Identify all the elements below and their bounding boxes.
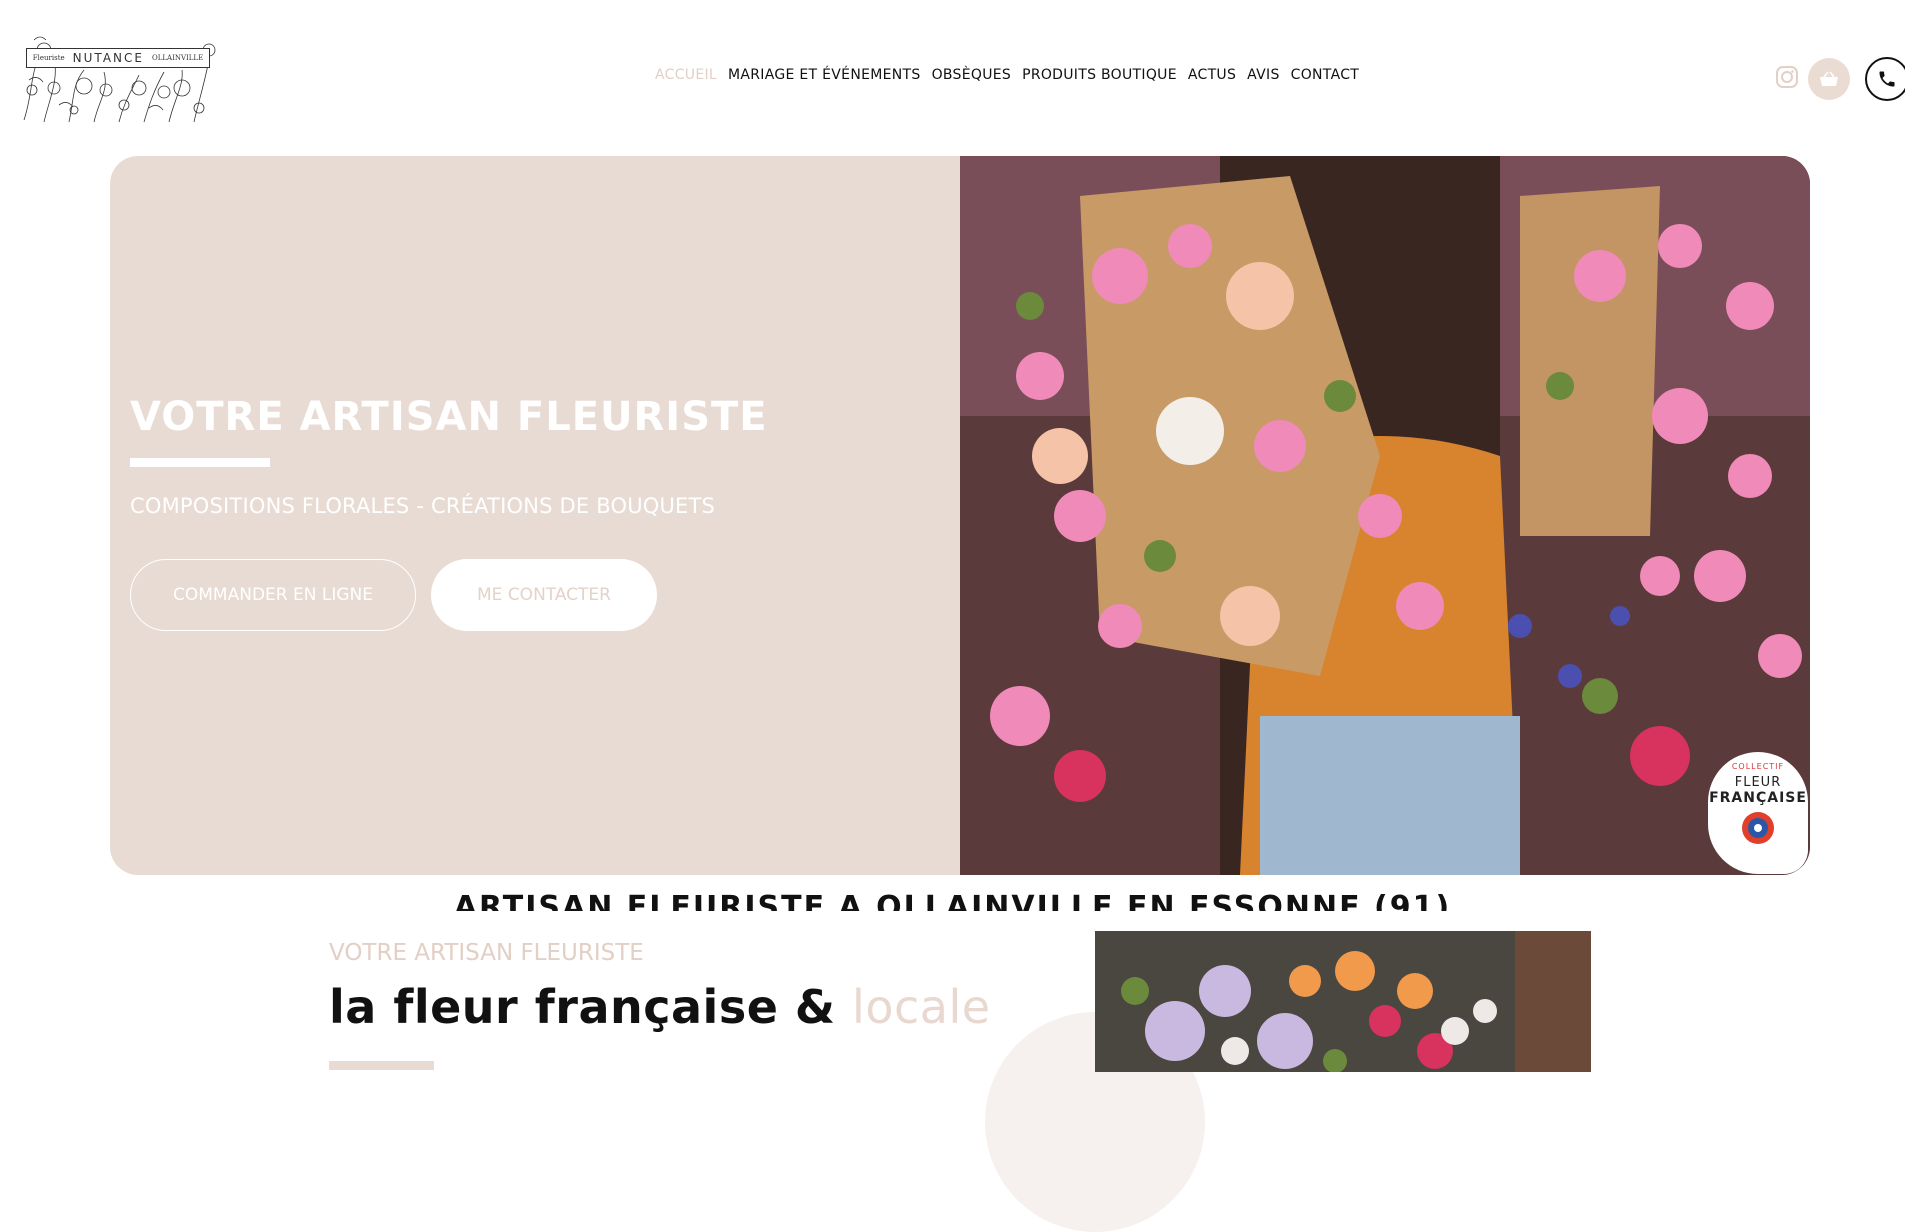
phone-button[interactable] — [1865, 57, 1905, 101]
flower-logo-icon — [1742, 812, 1774, 844]
botanical-illustration — [23, 36, 216, 123]
bouquet-photo — [1095, 931, 1591, 1072]
badge-line2: FRANÇAISE — [1709, 790, 1807, 806]
logo-script: Fleuriste — [32, 54, 65, 62]
logo-town: OLLAINVILLE — [151, 54, 204, 62]
hero-text-panel: VOTRE ARTISAN FLEURISTE COMPOSITIONS FLO… — [110, 156, 960, 875]
badge-line1: FLEUR — [1734, 775, 1782, 790]
logo-wordmark: Fleuriste NUTANCE OLLAINVILLE — [26, 48, 210, 68]
nav-item-mariage[interactable]: MARIAGE ET ÉVÉNEMENTS — [728, 67, 921, 87]
nav-item-produits-boutique[interactable]: PRODUITS BOUTIQUE — [1022, 67, 1177, 87]
hero-title: VOTRE ARTISAN FLEURISTE — [130, 394, 768, 440]
contact-button[interactable]: ME CONTACTER — [431, 559, 657, 631]
florist-bouquet-image — [960, 156, 1810, 875]
section-heading: ARTISAN FLEURISTE À OLLAINVILLE EN ESSON… — [0, 893, 1905, 911]
headline-divider — [329, 1061, 434, 1070]
cart-button[interactable] — [1808, 58, 1850, 100]
section-eyebrow: VOTRE ARTISAN FLEURISTE — [329, 940, 644, 966]
nav-item-contact[interactable]: CONTACT — [1291, 67, 1360, 87]
bouquet-image — [1095, 931, 1591, 1072]
basket-icon — [1820, 71, 1838, 86]
badge-top: COLLECTIF — [1731, 762, 1785, 771]
logo-brand: NUTANCE — [72, 51, 144, 65]
headline-main: la fleur française & — [329, 980, 853, 1034]
instagram-icon[interactable] — [1775, 65, 1799, 89]
section-heading-text: ARTISAN FLEURISTE À OLLAINVILLE EN ESSON… — [453, 893, 1452, 911]
main-nav: ACCUEIL MARIAGE ET ÉVÉNEMENTS OBSÈQUES P… — [655, 67, 1359, 87]
headline-accent: locale — [852, 980, 991, 1034]
fleur-francaise-badge: COLLECTIF FLEUR FRANÇAISE — [1708, 752, 1808, 874]
hero-photo — [960, 156, 1810, 875]
nav-item-avis[interactable]: AVIS — [1247, 67, 1279, 87]
hero: VOTRE ARTISAN FLEURISTE COMPOSITIONS FLO… — [110, 156, 1810, 875]
section-headline: la fleur française & locale — [329, 980, 991, 1034]
nav-item-obseques[interactable]: OBSÈQUES — [932, 67, 1012, 87]
hero-subtitle: COMPOSITIONS FLORALES - CRÉATIONS DE BOU… — [130, 494, 716, 518]
phone-icon — [1879, 71, 1895, 87]
hero-divider — [130, 458, 270, 467]
nav-item-actus[interactable]: ACTUS — [1188, 67, 1236, 87]
order-online-button[interactable]: COMMANDER EN LIGNE — [130, 559, 416, 631]
logo[interactable]: Fleuriste NUTANCE OLLAINVILLE — [14, 30, 220, 124]
nav-item-accueil[interactable]: ACCUEIL — [655, 67, 717, 87]
